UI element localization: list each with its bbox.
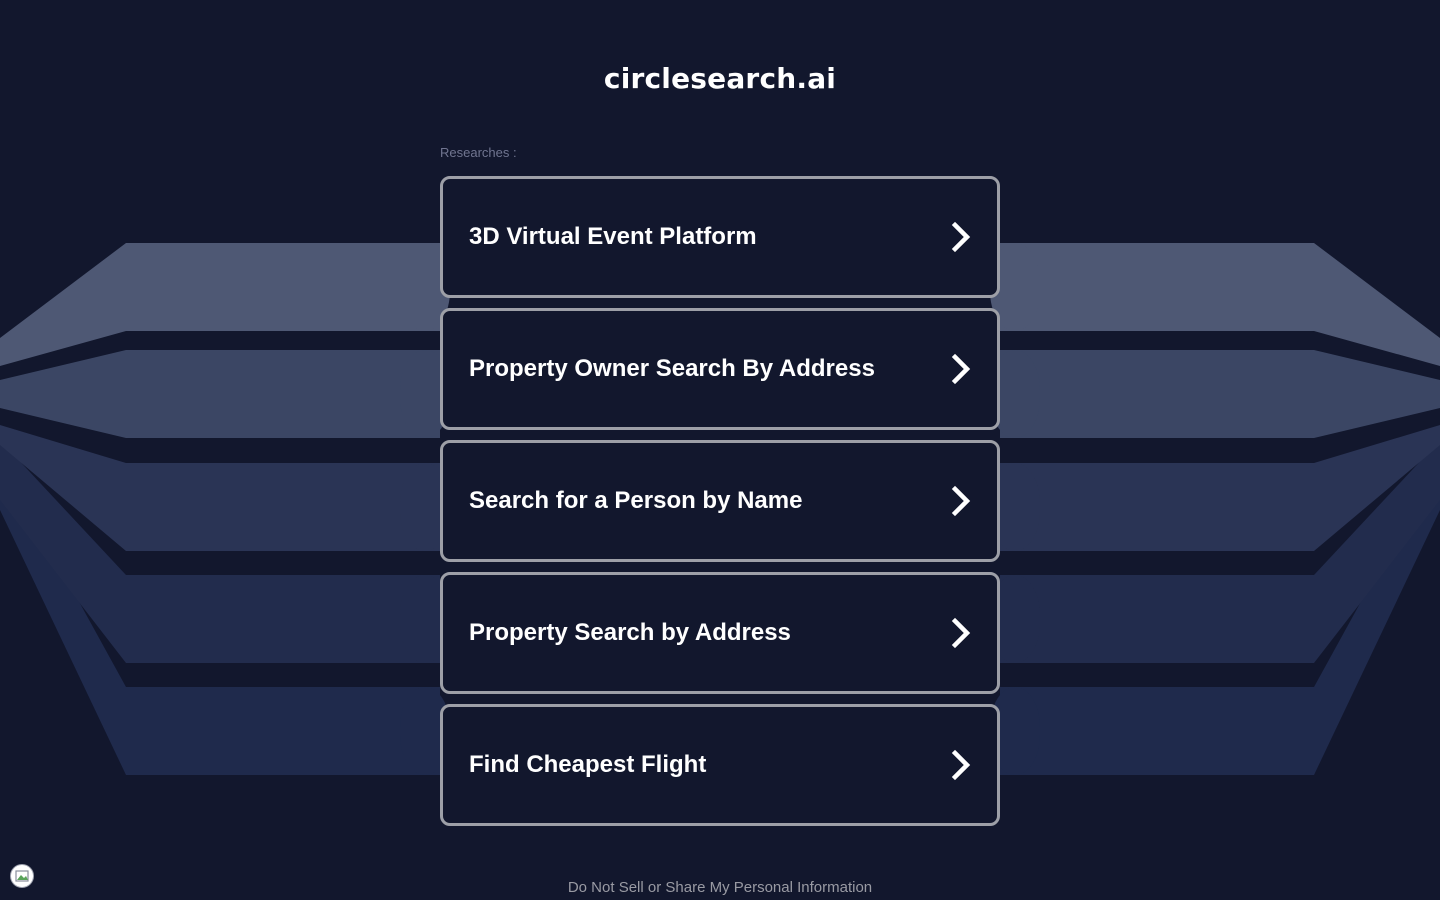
result-label: Search for a Person by Name (469, 487, 803, 514)
do-not-sell-link[interactable]: Do Not Sell or Share My Personal Informa… (0, 879, 1440, 897)
result-label: Property Search by Address (469, 619, 791, 646)
site-title: circlesearch.ai (603, 62, 837, 95)
chevron-right-icon (949, 748, 973, 782)
result-link-property-search-by-address[interactable]: Property Search by Address (440, 572, 1000, 694)
result-label: 3D Virtual Event Platform (469, 223, 757, 250)
results-section-label: Researches : (440, 145, 517, 160)
chevron-right-icon (949, 616, 973, 650)
result-label: Property Owner Search By Address (469, 355, 875, 382)
chevron-right-icon (949, 484, 973, 518)
result-link-property-owner-search-by-address[interactable]: Property Owner Search By Address (440, 308, 1000, 430)
chevron-right-icon (949, 220, 973, 254)
result-link-3d-virtual-event-platform[interactable]: 3D Virtual Event Platform (440, 176, 1000, 298)
result-link-find-cheapest-flight[interactable]: Find Cheapest Flight (440, 704, 1000, 826)
parked-domain-page: circlesearch.ai Researches : 3D Virtual … (0, 0, 1440, 900)
result-label: Find Cheapest Flight (469, 751, 707, 778)
chevron-right-icon (949, 352, 973, 386)
result-link-search-for-a-person-by-name[interactable]: Search for a Person by Name (440, 440, 1000, 562)
related-results-list: 3D Virtual Event Platform Property Owner… (440, 176, 1000, 836)
